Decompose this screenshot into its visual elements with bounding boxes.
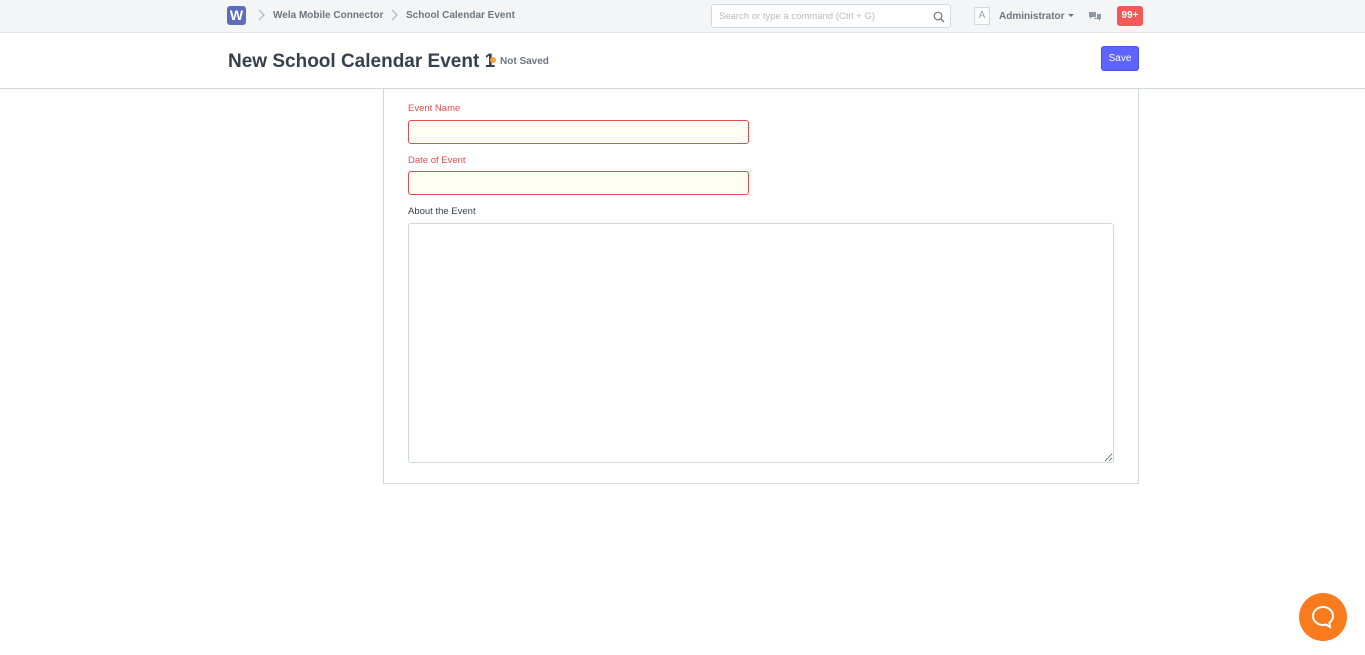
chat-widget-button[interactable] [1299, 593, 1347, 641]
caret-down-icon [1067, 14, 1074, 17]
page-header: New School Calendar Event 1 Not Saved Sa… [0, 33, 1365, 89]
save-button[interactable]: Save [1101, 46, 1139, 71]
chevron-right-icon [256, 8, 268, 22]
user-menu-label: Administrator [999, 11, 1065, 22]
event-name-input[interactable] [408, 120, 749, 144]
chat-bubble-icon [1311, 605, 1335, 629]
chevron-right-icon [389, 8, 401, 22]
user-menu-dropdown[interactable]: Administrator [999, 11, 1074, 22]
breadcrumb-school-calendar-event[interactable]: School Calendar Event [406, 10, 515, 21]
about-the-event-textarea[interactable] [408, 223, 1114, 463]
notifications-badge[interactable]: 99+ [1117, 6, 1143, 26]
navbar: W Wela Mobile Connector School Calendar … [0, 0, 1365, 33]
status-dot-icon [490, 57, 496, 63]
form-card: Event Name Date of Event About the Event [383, 89, 1139, 484]
app-logo[interactable]: W [227, 6, 246, 25]
date-of-event-input[interactable] [408, 171, 749, 195]
avatar[interactable]: A [974, 7, 990, 25]
search-bar [711, 4, 951, 28]
event-name-label: Event Name [408, 103, 461, 114]
about-the-event-label: About the Event [408, 206, 476, 217]
search-icon[interactable] [933, 10, 945, 23]
breadcrumb-wela-mobile-connector[interactable]: Wela Mobile Connector [273, 10, 383, 21]
chat-icon[interactable] [1088, 10, 1102, 22]
status-label: Not Saved [500, 56, 549, 67]
status-indicator: Not Saved [490, 56, 549, 67]
search-input[interactable] [712, 5, 930, 27]
page-title: New School Calendar Event 1 [228, 51, 496, 72]
date-of-event-label: Date of Event [408, 155, 466, 166]
